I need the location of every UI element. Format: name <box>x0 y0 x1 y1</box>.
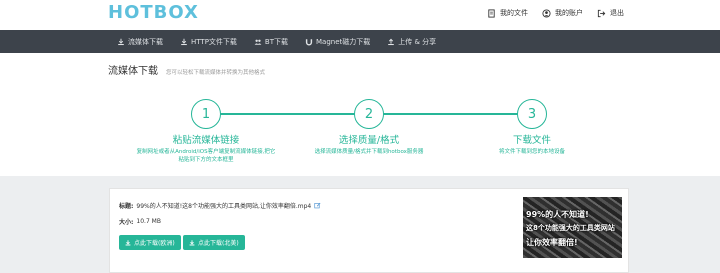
my-files-label: 我的文件 <box>500 9 528 17</box>
nav-item-bt-download[interactable]: BT下载 <box>254 37 288 47</box>
my-account-label: 我的账户 <box>555 9 583 17</box>
thumbnail-caption: 这8个功能强大的工具类网站 <box>526 224 615 232</box>
step-desc-line: 粘贴到下方的文本框里 <box>178 157 234 163</box>
upload-icon <box>388 38 395 45</box>
step-description: 复制网址或者从Android/iOS客户端复制流媒体链接,把它 粘贴到下方的文本… <box>126 148 286 164</box>
download-eu-button[interactable]: 点此下载(欧洲) <box>119 235 181 250</box>
nav-item-label: Magnet磁力下载 <box>316 37 371 46</box>
nav-item-magnet-download[interactable]: Magnet磁力下载 <box>305 37 370 47</box>
step-description: 选择流媒体质量/格式并下载到hotbox服务器 <box>289 148 449 156</box>
my-files-link[interactable]: 我的文件 <box>487 8 528 18</box>
my-account-link[interactable]: 我的账户 <box>542 8 583 18</box>
step-2: 2 选择质量/格式 选择流媒体质量/格式并下载到hotbox服务器 <box>289 99 449 156</box>
step-number: 2 <box>354 99 384 129</box>
nav-item-label: BT下载 <box>264 37 288 46</box>
download-icon <box>118 38 124 45</box>
thumbnail-caption: 让你效率翻倍! <box>526 238 578 247</box>
header: HOTBOX 我的文件 我的账户 退出 <box>0 0 720 30</box>
main-nav: 流媒体下载 HTTP文件下载 BT下载 Magnet磁力下载 上传 & 分享 <box>0 30 720 53</box>
logout-label: 退出 <box>610 9 624 17</box>
download-na-button[interactable]: 点此下载(北美) <box>183 235 245 250</box>
step-number: 3 <box>517 99 547 129</box>
step-title: 粘贴流媒体链接 <box>172 135 240 146</box>
step-desc-line: 复制网址或者从Android/iOS客户端复制流媒体链接,把它 <box>136 149 276 155</box>
file-title-label: 标题: <box>119 203 134 210</box>
step-number: 1 <box>191 99 221 129</box>
step-title: 下载文件 <box>512 135 551 146</box>
nav-item-upload-share[interactable]: 上传 & 分享 <box>387 37 436 47</box>
logout-icon <box>597 9 606 17</box>
user-icon <box>542 8 551 18</box>
file-size-value: 10.7 MB <box>136 218 161 225</box>
nav-item-http-download[interactable]: HTTP文件下载 <box>180 37 237 47</box>
edit-icon[interactable] <box>314 202 321 209</box>
step-description: 将文件下载到您的本地设备 <box>452 148 612 156</box>
download-icon <box>125 239 131 245</box>
download-na-label: 点此下载(北美) <box>198 240 239 247</box>
page-subtitle: 您可以轻松下载流媒体并转换为其他格式 <box>166 70 266 76</box>
step-title: 选择质量/格式 <box>338 135 400 146</box>
top-links: 我的文件 我的账户 退出 <box>487 8 624 18</box>
page-title-text: 流媒体下载 <box>108 66 158 77</box>
step-desc-line: 将文件下载到您的本地设备 <box>498 149 565 155</box>
magnet-icon <box>305 38 313 45</box>
users-icon <box>254 39 262 45</box>
logo[interactable]: HOTBOX <box>108 2 199 23</box>
nav-item-stream-download[interactable]: 流媒体下载 <box>117 37 163 47</box>
page-title: 流媒体下载 您可以轻松下载流媒体并转换为其他格式 <box>108 62 265 77</box>
download-icon <box>189 239 195 245</box>
step-desc-line: 选择流媒体质量/格式并下载到hotbox服务器 <box>314 149 424 155</box>
file-title-value: 99%的人不知道!这8个功能强大的工具类网站,让你效率翻倍.mp4 <box>136 203 312 210</box>
step-3: 3 下载文件 将文件下载到您的本地设备 <box>452 99 612 156</box>
result-card: 标题: 99%的人不知道!这8个功能强大的工具类网站,让你效率翻倍.mp4 大小… <box>109 188 629 273</box>
download-eu-label: 点此下载(欧洲) <box>134 240 175 247</box>
logout-link[interactable]: 退出 <box>597 8 624 18</box>
document-icon <box>488 8 495 18</box>
file-size-label: 大小: <box>119 219 134 226</box>
nav-item-label: HTTP文件下载 <box>191 37 237 46</box>
file-title-row: 标题: 99%的人不知道!这8个功能强大的工具类网站,让你效率翻倍.mp4 <box>119 201 321 210</box>
step-1: 1 粘贴流媒体链接 复制网址或者从Android/iOS客户端复制流媒体链接,把… <box>126 99 286 164</box>
thumbnail-caption: 99%的人不知道! <box>526 210 589 219</box>
nav-item-label: 流媒体下载 <box>128 37 163 46</box>
file-size-row: 大小: 10.7 MB <box>119 217 161 226</box>
download-icon <box>181 38 187 45</box>
video-thumbnail[interactable]: 99%的人不知道! 这8个功能强大的工具类网站 让你效率翻倍! <box>523 197 622 258</box>
nav-item-label: 上传 & 分享 <box>398 37 437 46</box>
